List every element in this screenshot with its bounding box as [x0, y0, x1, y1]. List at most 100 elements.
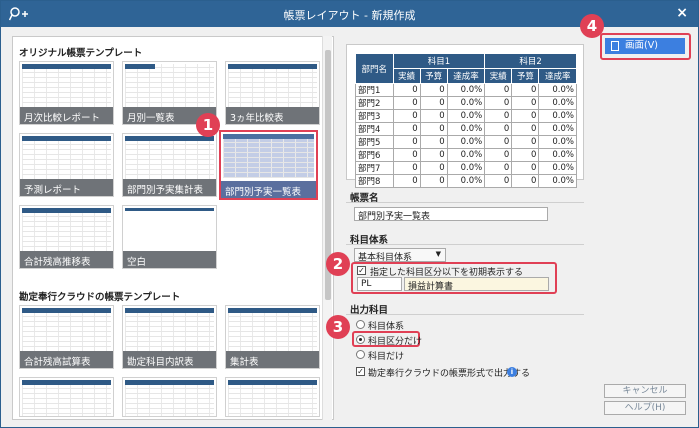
preview-header-group1: 科目1 [392, 53, 486, 69]
preview-cell: 0.0% [446, 96, 486, 110]
preview-cell: 0.0% [446, 109, 486, 123]
preview-row: 部門7 0 0 0.0% 0 0 0.0% [355, 161, 577, 175]
document-icon [611, 41, 619, 51]
radio-account-only[interactable] [356, 350, 365, 359]
section-title-kanjo: 勘定奉行クラウドの帳票テンプレート [19, 292, 181, 303]
template-caption: 空白 [123, 251, 216, 268]
account-system-select[interactable]: 基本科目体系 ▼ [354, 248, 446, 263]
preview-subheader: 予算 [419, 68, 448, 84]
preview-subheader: 達成率 [446, 68, 486, 84]
preview-row: 部門2 0 0 0.0% 0 0 0.0% [355, 96, 577, 110]
preview-row: 部門5 0 0 0.0% 0 0 0.0% [355, 135, 577, 149]
preview-row: 部門1 0 0 0.0% 0 0 0.0% [355, 83, 577, 97]
preview-cell: 0 [511, 174, 540, 188]
view-button[interactable]: 画面(V) [605, 38, 685, 54]
preview-row: 部門4 0 0 0.0% 0 0 0.0% [355, 122, 577, 136]
preview-cell: 0 [511, 161, 540, 175]
preview-cell: 0 [392, 148, 421, 162]
preview-cell: 0 [419, 135, 448, 149]
preview-cell: 0.0% [538, 135, 577, 149]
template-thumbnail [228, 308, 317, 352]
cancel-button[interactable]: キャンセル [604, 384, 686, 398]
preview-cell: 0.0% [538, 109, 577, 123]
preview-cell: 0 [419, 83, 448, 97]
template-3year-comparison[interactable]: 3ヵ年比較表 [225, 61, 320, 125]
preview-cell: 0 [511, 109, 540, 123]
template-caption: 集計表 [226, 351, 319, 368]
template-thumbnail [125, 308, 214, 352]
preview-cell: 0 [511, 135, 540, 149]
preview-cell: 0 [484, 83, 513, 97]
template-account-detail[interactable]: 勘定科目内訳表 [122, 305, 217, 369]
template-row4-1[interactable] [19, 377, 114, 417]
preview-cell: 0 [419, 96, 448, 110]
template-summary[interactable]: 集計表 [225, 305, 320, 369]
preview-table: 部門名 科目1 科目2 実績 予算 達成率 実績 予算 達成率 部門1 0 0 0.0… [355, 53, 577, 188]
template-caption: 予測レポート [20, 179, 113, 196]
template-dept-budget-summary[interactable]: 部門別予実集計表 [122, 133, 217, 197]
help-button[interactable]: ヘルプ(H) [604, 401, 686, 415]
radio-category-only-label: 科目区分だけ [368, 337, 423, 347]
preview-cell: 0.0% [446, 135, 486, 149]
radio-category-only[interactable] [356, 335, 365, 344]
template-caption: 合計残高試算表 [20, 351, 113, 368]
preview-dept-name: 部門6 [355, 148, 394, 162]
annotation-badge-2: 2 [326, 252, 350, 276]
preview-dept-name: 部門7 [355, 161, 394, 175]
template-row4-2[interactable] [122, 377, 217, 417]
divider [346, 244, 584, 245]
template-trial-balance[interactable]: 合計残高試算表 [19, 305, 114, 369]
account-code-input[interactable]: PL [357, 277, 402, 291]
report-name-input[interactable]: 部門別予実一覧表 [354, 207, 548, 222]
template-caption: 部門別予実集計表 [123, 179, 216, 196]
template-thumbnail [228, 380, 317, 416]
radio-account-system[interactable] [356, 320, 365, 329]
preview-cell: 0 [392, 174, 421, 188]
template-thumbnail [22, 136, 111, 180]
initial-display-checkbox[interactable]: ✓ [357, 266, 366, 275]
preview-cell: 0 [392, 161, 421, 175]
preview-cell: 0.0% [446, 161, 486, 175]
preview-cell: 0.0% [446, 122, 486, 136]
template-thumbnail [125, 380, 214, 416]
preview-cell: 0 [392, 83, 421, 97]
template-balance-trend[interactable]: 合計残高推移表 [19, 205, 114, 269]
preview-dept-name: 部門3 [355, 109, 394, 123]
template-scrollbar[interactable] [322, 36, 332, 420]
layout-preview: 部門名 科目1 科目2 実績 予算 達成率 実績 予算 達成率 部門1 0 0 0.0… [346, 44, 584, 188]
info-icon[interactable]: i [507, 367, 517, 377]
template-thumbnail [22, 380, 111, 416]
preview-cell: 0 [419, 161, 448, 175]
template-caption: 月次比較レポート [20, 107, 113, 124]
section-title-original: オリジナル帳票テンプレート [19, 48, 143, 59]
preview-cell: 0 [484, 161, 513, 175]
annotation-badge-3: 3 [326, 315, 350, 339]
preview-cell: 0 [511, 96, 540, 110]
account-name-field: 損益計算書 [404, 277, 549, 292]
preview-cell: 0.0% [446, 174, 486, 188]
divider [346, 202, 584, 203]
template-row4-3[interactable] [225, 377, 320, 417]
template-forecast-report[interactable]: 予測レポート [19, 133, 114, 197]
template-caption: 合計残高推移表 [20, 251, 113, 268]
preview-cell: 0 [484, 174, 513, 188]
preview-cell: 0.0% [538, 122, 577, 136]
preview-subheader: 予算 [511, 68, 540, 84]
preview-header-dept: 部門名 [355, 53, 394, 84]
template-thumbnail [22, 64, 111, 108]
output-format-label: 勘定奉行クラウドの帳票形式で出力する [368, 369, 531, 379]
template-blank[interactable]: 空白 [122, 205, 217, 269]
preview-cell: 0 [392, 122, 421, 136]
close-icon[interactable]: × [676, 5, 688, 21]
preview-dept-name: 部門8 [355, 174, 394, 188]
preview-cell: 0 [484, 135, 513, 149]
output-format-checkbox[interactable]: ✓ [356, 367, 365, 376]
preview-cell: 0.0% [446, 148, 486, 162]
preview-subheader: 実績 [484, 68, 513, 84]
template-monthly-comparison[interactable]: 月次比較レポート [19, 61, 114, 125]
preview-cell: 0 [392, 109, 421, 123]
preview-cell: 0 [484, 148, 513, 162]
template-thumbnail [125, 208, 214, 252]
preview-cell: 0 [511, 83, 540, 97]
template-dept-budget-list[interactable]: 部門別予実一覧表 [219, 130, 318, 200]
